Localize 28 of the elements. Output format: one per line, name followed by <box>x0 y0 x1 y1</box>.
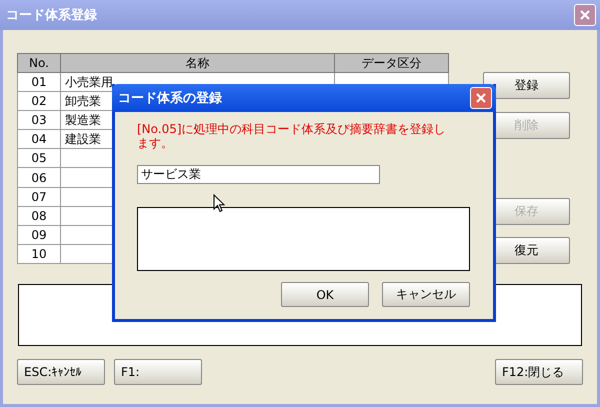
window-title: コード体系登録 <box>6 6 97 24</box>
table-cell: 10 <box>18 244 60 264</box>
table-cell: 04 <box>18 130 60 149</box>
function-key-button[interactable]: ESC:ｷｬﾝｾﾙ <box>17 359 105 385</box>
function-key-button[interactable]: F1: <box>114 359 202 385</box>
table-cell: 01 <box>18 72 60 92</box>
table-cell: 07 <box>18 187 60 206</box>
column-header: No. <box>18 54 60 72</box>
dialog-button[interactable]: キャンセル <box>382 282 470 307</box>
dialog-button[interactable]: OK <box>281 282 369 307</box>
table-cell: 02 <box>18 92 60 111</box>
close-button[interactable] <box>574 4 596 26</box>
close-icon <box>579 9 591 21</box>
name-input-field[interactable]: サービス業 <box>137 165 380 184</box>
table-cell: 09 <box>18 225 60 244</box>
table-cell: 03 <box>18 110 60 130</box>
mouse-pointer-icon <box>213 194 225 213</box>
function-key-button[interactable]: F12:閉じる <box>495 359 583 385</box>
table-cell: 06 <box>18 168 60 188</box>
action-button[interactable]: 登録 <box>483 72 570 99</box>
close-icon <box>475 92 487 104</box>
column-header: 名称 <box>60 54 334 72</box>
table-cell: 08 <box>18 206 60 226</box>
table-cell: 05 <box>18 148 60 168</box>
text-area-field[interactable] <box>137 207 470 271</box>
close-button[interactable] <box>470 87 492 109</box>
column-header: データ区分 <box>334 54 448 72</box>
dialog-title: コード体系の登録 <box>118 90 222 107</box>
